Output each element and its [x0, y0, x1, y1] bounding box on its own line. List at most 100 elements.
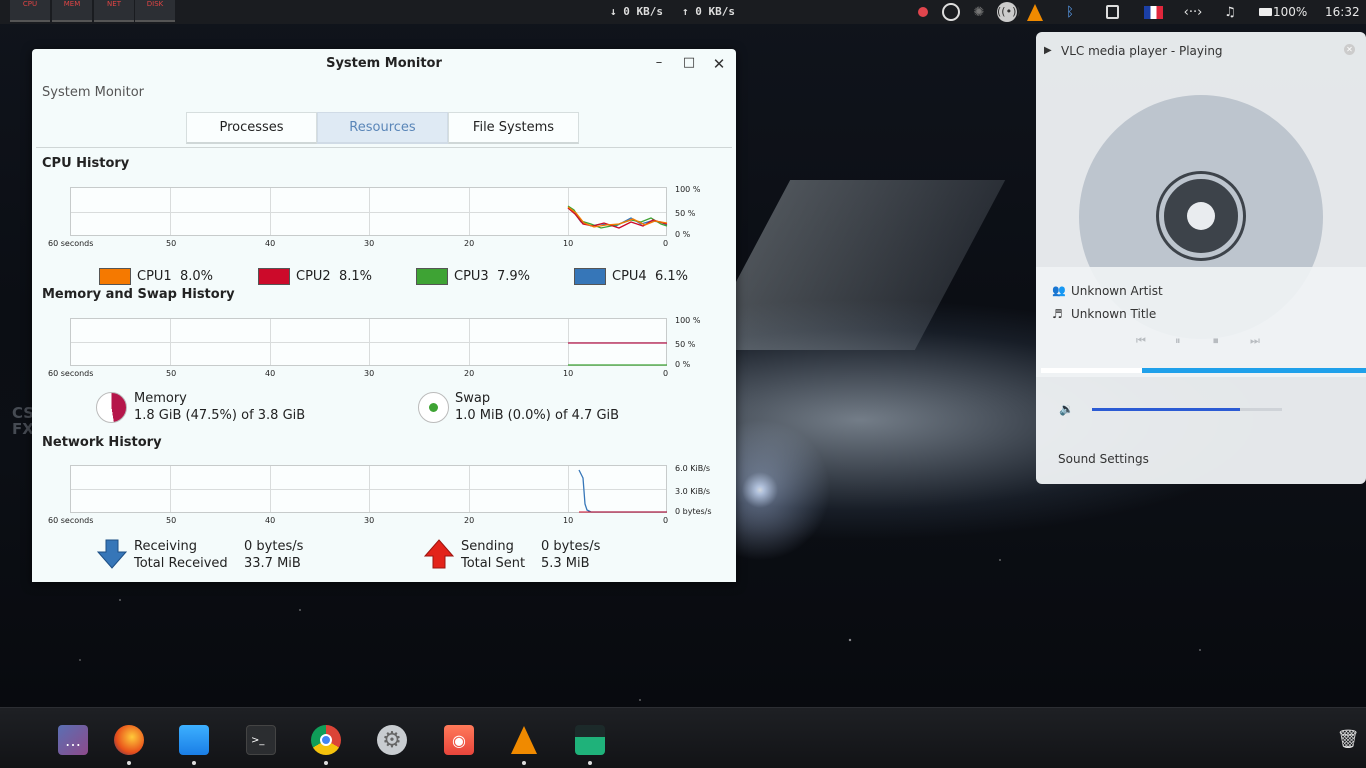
- artist-icon: 👥: [1052, 284, 1066, 297]
- net-x-tick: 30: [364, 516, 375, 525]
- swap-pie-icon[interactable]: [418, 392, 449, 423]
- keyboard-layout-flag-icon[interactable]: [1143, 3, 1163, 21]
- cpu-history-graph: [70, 187, 668, 236]
- chrome-icon[interactable]: [311, 725, 341, 755]
- system-monitor-icon[interactable]: [575, 725, 605, 755]
- cpu3-legend[interactable]: CPU3 7.9%: [416, 268, 530, 285]
- multitasking-icon[interactable]: …: [58, 725, 88, 755]
- apple-menu-icon[interactable]: [6, 718, 46, 762]
- files-icon[interactable]: [179, 725, 209, 755]
- net-y-tick: 6.0 KiB/s: [675, 464, 711, 473]
- net-x-tick: 20: [464, 516, 475, 525]
- top-panel: CPU MEM NET DISK ↓ 0 KB/s ↑ 0 KB/s ✺ ((•…: [0, 0, 1366, 24]
- close-button[interactable]: ✕: [710, 55, 728, 73]
- mem-x-tick: 20: [464, 369, 475, 378]
- download-rate: ↓ 0 KB/s: [610, 5, 663, 18]
- net-x-tick: 0: [663, 516, 669, 525]
- receiving-arrow-icon[interactable]: [96, 538, 128, 570]
- network-history-graph: [70, 465, 667, 513]
- sending-arrow-icon[interactable]: [423, 538, 455, 570]
- network-lines: [578, 469, 667, 513]
- memory-history-heading: Memory and Swap History: [42, 287, 235, 302]
- volume-slider[interactable]: [1092, 408, 1282, 411]
- cpu-x-tick: 20: [464, 239, 475, 248]
- net-x-tick: 60 seconds: [48, 516, 94, 525]
- memory-pie-icon[interactable]: [96, 392, 127, 423]
- net-x-tick: 40: [265, 516, 276, 525]
- volume-icon: 🔉: [1059, 402, 1074, 416]
- tab-file-systems[interactable]: File Systems: [448, 112, 579, 144]
- system-monitor-window: System Monitor – □ ✕ System Monitor Proc…: [32, 49, 736, 582]
- battery-percent: 100%: [1273, 5, 1308, 19]
- firefox-icon[interactable]: [114, 725, 144, 755]
- vlc-player-title: VLC media player - Playing: [1061, 44, 1223, 58]
- cpu2-legend[interactable]: CPU2 8.1%: [258, 268, 372, 285]
- network-history-heading: Network History: [42, 435, 162, 450]
- cpu4-legend[interactable]: CPU4 6.1%: [574, 268, 688, 285]
- network-wired-icon[interactable]: ‹··›: [1182, 3, 1204, 21]
- next-button[interactable]: ⏭: [1250, 334, 1260, 348]
- tab-divider: [36, 147, 732, 148]
- cpu-x-tick: 10: [563, 239, 574, 248]
- vlc-media-popup: ▶ VLC media player - Playing ✕ 👥 Unknown…: [1036, 32, 1366, 484]
- window-subtitle: System Monitor: [42, 85, 145, 100]
- sending-values: 0 bytes/s 5.3 MiB: [541, 539, 601, 571]
- mem-x-tick: 60 seconds: [48, 369, 94, 378]
- mem-x-tick: 0: [663, 369, 669, 378]
- expand-icon[interactable]: ▶: [1044, 45, 1052, 56]
- cpu-lines: [567, 205, 668, 229]
- mem-y-tick: 0 %: [675, 360, 691, 369]
- cpu-x-tick: 60 seconds: [48, 239, 94, 248]
- battery-icon[interactable]: [1258, 3, 1272, 21]
- usb-drive-icon[interactable]: [1104, 3, 1120, 21]
- receiving-labels: Receiving Total Received: [134, 539, 228, 571]
- tab-resources[interactable]: Resources: [317, 112, 448, 144]
- wifi-icon[interactable]: ((•)): [996, 2, 1021, 22]
- music-note-icon[interactable]: ♫: [1222, 3, 1238, 21]
- stop-button[interactable]: ⏹: [1213, 334, 1219, 348]
- trash-icon[interactable]: 🗑: [1336, 726, 1360, 752]
- popup-close-icon[interactable]: ✕: [1344, 44, 1355, 55]
- record-icon[interactable]: [916, 3, 930, 21]
- screenshot-camera-icon[interactable]: ◉: [444, 725, 474, 755]
- settings-gear-icon[interactable]: ⚙: [377, 725, 407, 755]
- mem-x-tick: 50: [166, 369, 177, 378]
- clock[interactable]: 16:32: [1325, 5, 1360, 19]
- bluetooth-icon[interactable]: ᛒ: [1062, 3, 1078, 21]
- net-mini-graph[interactable]: NET: [94, 0, 134, 22]
- playback-progress-bar[interactable]: [1041, 368, 1366, 373]
- mem-mini-graph[interactable]: MEM: [52, 0, 92, 22]
- mem-x-tick: 10: [563, 369, 574, 378]
- cpu-history-heading: CPU History: [42, 156, 130, 171]
- upload-rate: ↑ 0 KB/s: [682, 5, 735, 18]
- net-x-tick: 50: [166, 516, 177, 525]
- minimize-button[interactable]: –: [650, 55, 668, 73]
- terminal-icon[interactable]: >_: [246, 725, 276, 755]
- cpu-y-tick: 50 %: [675, 209, 696, 218]
- vlc-cone-icon[interactable]: [509, 725, 539, 755]
- disk-mini-graph[interactable]: DISK: [135, 0, 175, 22]
- memory-history-graph: [70, 318, 667, 366]
- mem-x-tick: 40: [265, 369, 276, 378]
- memory-lines: [568, 342, 667, 366]
- clock-icon[interactable]: [940, 3, 962, 21]
- vlc-tray-icon[interactable]: [1026, 3, 1044, 21]
- sound-settings-link[interactable]: Sound Settings: [1058, 452, 1149, 466]
- cpu-x-tick: 30: [364, 239, 375, 248]
- cpu-mini-graph[interactable]: CPU: [10, 0, 50, 22]
- cpu1-legend[interactable]: CPU1 8.0%: [99, 268, 213, 285]
- net-y-tick: 0 bytes/s: [675, 507, 712, 516]
- brightness-icon[interactable]: ✺: [970, 3, 988, 21]
- swap-info: Swap 1.0 MiB (0.0%) of 4.7 GiB: [455, 391, 620, 423]
- tab-processes[interactable]: Processes: [186, 112, 317, 144]
- dock: … >_ ⚙ ◉ 🗑: [0, 707, 1366, 768]
- pause-button[interactable]: ⏸: [1175, 334, 1181, 348]
- cpu-y-tick: 0 %: [675, 230, 691, 239]
- net-x-tick: 10: [563, 516, 574, 525]
- maximize-button[interactable]: □: [680, 55, 698, 73]
- previous-button[interactable]: ⏮: [1136, 334, 1146, 348]
- mem-x-tick: 30: [364, 369, 375, 378]
- mem-y-tick: 50 %: [675, 340, 696, 349]
- memory-info: Memory 1.8 GiB (47.5%) of 3.8 GiB: [134, 391, 306, 423]
- cpu-x-tick: 50: [166, 239, 177, 248]
